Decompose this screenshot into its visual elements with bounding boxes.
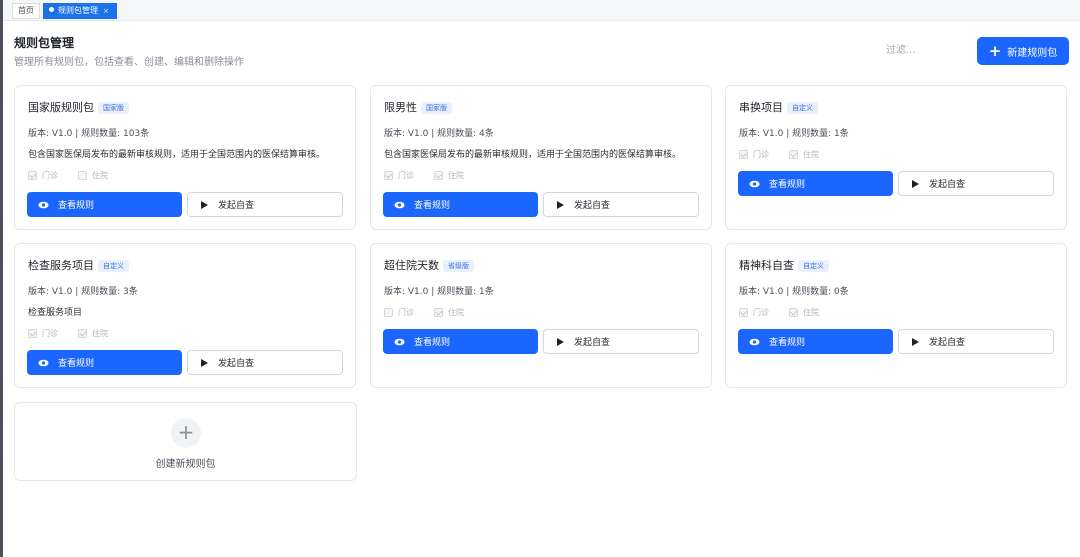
- close-icon[interactable]: ×: [103, 7, 109, 15]
- inpatient-checkbox[interactable]: 住院: [434, 307, 464, 318]
- checkbox-icon: [78, 171, 87, 180]
- start-self-check-button[interactable]: 发起自查: [898, 329, 1054, 354]
- checkbox-icon: [384, 171, 393, 180]
- play-icon: [201, 358, 208, 367]
- rule-package-card: 超住院天数 省级版 版本: V1.0 | 规则数量: 1条 门诊 住院 查看规则 …: [370, 243, 712, 388]
- eye-icon: [749, 180, 760, 187]
- card-meta: 版本: V1.0 | 规则数量: 0条: [739, 287, 849, 297]
- eye-icon: [38, 359, 49, 366]
- checkbox-icon: [789, 308, 798, 317]
- rule-package-card: 串换项目 自定义 版本: V1.0 | 规则数量: 1条 门诊 住院 查看规则 发…: [725, 85, 1067, 230]
- plus-icon: +: [171, 418, 201, 448]
- plus-icon: +: [988, 41, 1002, 60]
- inpatient-checkbox[interactable]: 住院: [789, 149, 819, 160]
- tab-rule-package-management[interactable]: 规则包管理 ×: [43, 3, 117, 19]
- play-icon: [557, 200, 564, 209]
- card-title: 串换项目 自定义: [739, 99, 818, 115]
- card-description: 检查服务项目: [28, 308, 83, 318]
- checkbox-icon: [739, 308, 748, 317]
- scope-checkboxes: 门诊 住院: [739, 307, 819, 318]
- outpatient-checkbox[interactable]: 门诊: [384, 170, 414, 181]
- start-self-check-button[interactable]: 发起自查: [187, 192, 343, 217]
- card-meta: 版本: V1.0 | 规则数量: 1条: [739, 129, 849, 139]
- scope-checkboxes: 门诊 住院: [28, 170, 108, 181]
- checkbox-icon: [28, 329, 37, 338]
- eye-icon: [394, 338, 405, 345]
- eye-icon: [749, 338, 760, 345]
- create-rule-package-card[interactable]: + 创建新规则包: [14, 402, 357, 481]
- type-badge: 自定义: [98, 260, 129, 272]
- new-rule-package-button[interactable]: + 新建规则包: [977, 37, 1069, 65]
- start-self-check-button[interactable]: 发起自查: [543, 329, 699, 354]
- page-description: 管理所有规则包，包括查看、创建、编辑和删除操作: [14, 57, 244, 68]
- rule-package-card: 检查服务项目 自定义 版本: V1.0 | 规则数量: 3条 检查服务项目 门诊 …: [14, 243, 356, 388]
- scope-checkboxes: 门诊 住院: [384, 307, 464, 318]
- tab-home[interactable]: 首页: [12, 3, 40, 19]
- card-title: 精神科自查 自定义: [739, 257, 829, 273]
- play-icon: [912, 179, 919, 188]
- card-title: 国家版规则包 国家版: [28, 99, 129, 115]
- left-sidebar-edge: [0, 0, 3, 557]
- tab-label: 规则包管理: [58, 6, 98, 15]
- eye-icon: [394, 201, 405, 208]
- outpatient-checkbox[interactable]: 门诊: [384, 307, 414, 318]
- rule-package-card: 国家版规则包 国家版 版本: V1.0 | 规则数量: 103条 包含国家医保局发…: [14, 85, 356, 230]
- view-rules-button[interactable]: 查看规则: [383, 329, 538, 354]
- type-badge: 自定义: [787, 102, 818, 114]
- checkbox-icon: [384, 308, 393, 317]
- page-title: 规则包管理: [14, 36, 75, 50]
- tab-bar: 首页 规则包管理 ×: [3, 0, 1080, 21]
- card-meta: 版本: V1.0 | 规则数量: 4条: [384, 129, 494, 139]
- type-badge: 省级版: [443, 260, 474, 272]
- play-icon: [912, 337, 919, 346]
- outpatient-checkbox[interactable]: 门诊: [28, 328, 58, 339]
- view-rules-button[interactable]: 查看规则: [27, 350, 182, 375]
- filter-input[interactable]: [886, 40, 966, 60]
- checkbox-icon: [78, 329, 87, 338]
- scope-checkboxes: 门诊 住院: [28, 328, 108, 339]
- card-title: 超住院天数 省级版: [384, 257, 474, 273]
- play-icon: [201, 200, 208, 209]
- view-rules-button[interactable]: 查看规则: [27, 192, 182, 217]
- checkbox-icon: [28, 171, 37, 180]
- start-self-check-button[interactable]: 发起自查: [543, 192, 699, 217]
- start-self-check-button[interactable]: 发起自查: [898, 171, 1054, 196]
- inpatient-checkbox[interactable]: 住院: [434, 170, 464, 181]
- card-description: 包含国家医保局发布的最新审核规则，适用于全国范围内的医保结算审核。: [28, 150, 326, 160]
- inpatient-checkbox[interactable]: 住院: [78, 328, 108, 339]
- checkbox-icon: [789, 150, 798, 159]
- card-title: 检查服务项目 自定义: [28, 257, 129, 273]
- start-self-check-button[interactable]: 发起自查: [187, 350, 343, 375]
- type-badge: 国家版: [98, 102, 129, 114]
- outpatient-checkbox[interactable]: 门诊: [28, 170, 58, 181]
- inpatient-checkbox[interactable]: 住院: [789, 307, 819, 318]
- active-dot-icon: [49, 7, 54, 12]
- checkbox-icon: [739, 150, 748, 159]
- rule-package-card: 限男性 国家版 版本: V1.0 | 规则数量: 4条 包含国家医保局发布的最新审…: [370, 85, 712, 230]
- card-meta: 版本: V1.0 | 规则数量: 103条: [28, 129, 150, 139]
- new-button-label: 新建规则包: [1007, 47, 1058, 59]
- card-description: 包含国家医保局发布的最新审核规则，适用于全国范围内的医保结算审核。: [384, 150, 682, 160]
- view-rules-button[interactable]: 查看规则: [738, 329, 893, 354]
- type-badge: 自定义: [798, 260, 829, 272]
- play-icon: [557, 337, 564, 346]
- scope-checkboxes: 门诊 住院: [739, 149, 819, 160]
- scope-checkboxes: 门诊 住院: [384, 170, 464, 181]
- type-badge: 国家版: [421, 102, 452, 114]
- create-card-label: 创建新规则包: [155, 459, 216, 470]
- card-title: 限男性 国家版: [384, 99, 452, 115]
- outpatient-checkbox[interactable]: 门诊: [739, 149, 769, 160]
- view-rules-button[interactable]: 查看规则: [738, 171, 893, 196]
- rule-package-card: 精神科自查 自定义 版本: V1.0 | 规则数量: 0条 门诊 住院 查看规则 …: [725, 243, 1067, 388]
- inpatient-checkbox[interactable]: 住院: [78, 170, 108, 181]
- card-meta: 版本: V1.0 | 规则数量: 1条: [384, 287, 494, 297]
- checkbox-icon: [434, 171, 443, 180]
- card-meta: 版本: V1.0 | 规则数量: 3条: [28, 287, 138, 297]
- outpatient-checkbox[interactable]: 门诊: [739, 307, 769, 318]
- checkbox-icon: [434, 308, 443, 317]
- eye-icon: [38, 201, 49, 208]
- view-rules-button[interactable]: 查看规则: [383, 192, 538, 217]
